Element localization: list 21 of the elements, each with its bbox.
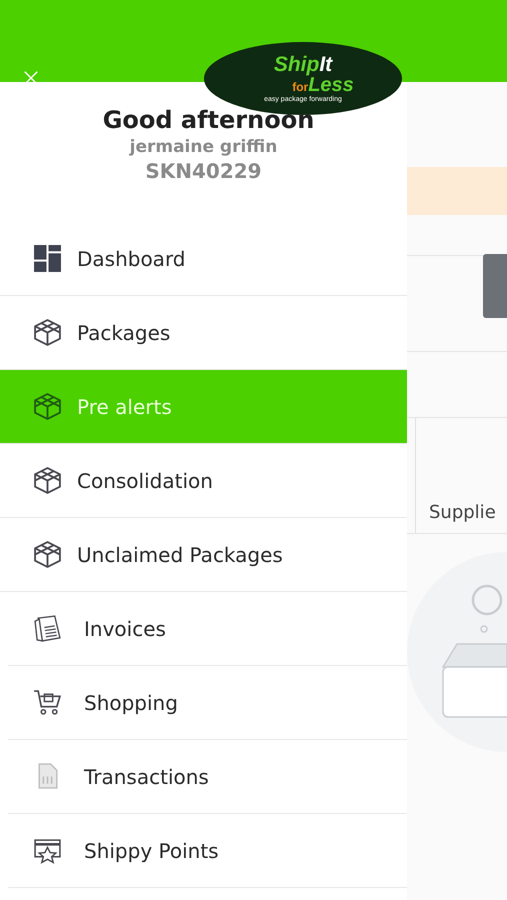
invoice-icon	[33, 614, 62, 643]
menu-item[interactable]: Invoices	[8, 592, 407, 666]
menu-item[interactable]: Consolidation	[0, 444, 407, 518]
logo-text: for	[292, 81, 308, 93]
cube-icon	[33, 318, 62, 347]
logo-text: Ship	[274, 54, 320, 75]
user-name: jermaine griffin	[130, 137, 278, 157]
menu-item[interactable]: Transactions	[8, 740, 407, 814]
cube-icon	[33, 392, 62, 421]
account-id: SKN40229	[145, 159, 262, 183]
greeting: Good afternoon	[102, 106, 314, 134]
menu-item[interactable]: Unclaimed Packages	[0, 518, 407, 592]
logo-text: Less	[308, 75, 354, 95]
column-header: Supplie	[429, 502, 496, 523]
cube-icon	[33, 466, 62, 495]
grid-icon	[33, 244, 62, 273]
logo-text: It	[319, 54, 332, 75]
menu-item[interactable]: Shippy Points	[8, 814, 407, 888]
cart-icon	[33, 688, 62, 717]
cube-icon	[33, 540, 62, 569]
menu-item[interactable]: Dashboard	[0, 222, 407, 296]
